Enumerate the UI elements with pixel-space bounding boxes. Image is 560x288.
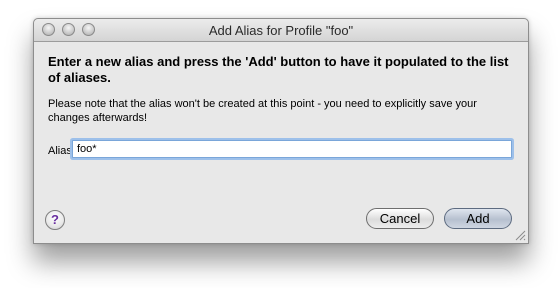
add-button[interactable]: Add bbox=[444, 208, 512, 229]
alias-label: Alias: bbox=[48, 145, 75, 157]
help-button[interactable]: ? bbox=[45, 210, 65, 230]
window-title: Add Alias for Profile "foo" bbox=[208, 23, 354, 38]
dialog-heading: Enter a new alias and press the 'Add' bu… bbox=[48, 54, 509, 85]
dialog-window: Add Alias for Profile "foo" Enter a new … bbox=[33, 18, 529, 244]
alias-input[interactable] bbox=[72, 140, 512, 158]
cancel-button[interactable]: Cancel bbox=[366, 208, 434, 229]
resize-grip-icon[interactable] bbox=[514, 229, 526, 241]
title-bar[interactable]: Add Alias for Profile "foo" bbox=[34, 19, 528, 42]
help-icon: ? bbox=[51, 212, 59, 227]
dialog-note: Please note that the alias won't be crea… bbox=[48, 98, 477, 124]
